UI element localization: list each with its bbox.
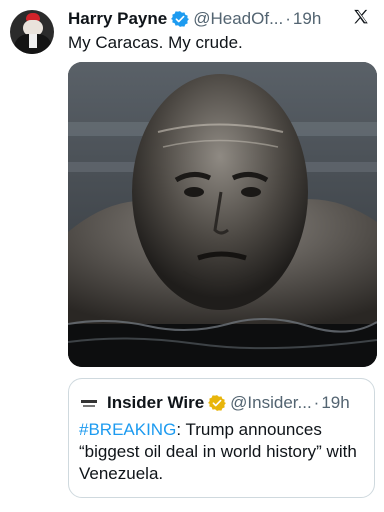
quote-text: #BREAKING: Trump announces “biggest oil … [79, 419, 369, 485]
breaking-hashtag-link[interactable]: #BREAKING [79, 420, 176, 439]
tweet-media-image[interactable] [68, 62, 377, 367]
verified-badge-icon [171, 11, 190, 27]
quote-author-name[interactable]: Insider Wire [107, 393, 204, 413]
author-handle[interactable]: @HeadOf... [193, 9, 283, 29]
insider-wire-logo [79, 396, 99, 410]
author-name[interactable]: Harry Payne [68, 9, 167, 29]
separator-dot: · [285, 9, 291, 28]
verified-badge-gold-icon [208, 395, 227, 411]
quote-author-handle[interactable]: @Insider... [230, 393, 312, 413]
quote-time[interactable]: 19h [321, 393, 349, 413]
quote-header: Insider Wire @Insider... · 19h [79, 393, 350, 413]
tweet-text: My Caracas. My crude. [68, 33, 243, 52]
author-avatar[interactable] [10, 10, 54, 54]
tweet-header: Harry Payne @HeadOf... · 19h [68, 8, 321, 30]
quote-separator-dot: · [313, 393, 320, 412]
x-logo-icon[interactable] [352, 8, 370, 26]
tweet-time[interactable]: 19h [293, 9, 321, 29]
quoted-tweet[interactable]: Insider Wire @Insider... · 19h #BREAKING… [68, 378, 375, 498]
oil-covered-bust-image [68, 62, 377, 367]
